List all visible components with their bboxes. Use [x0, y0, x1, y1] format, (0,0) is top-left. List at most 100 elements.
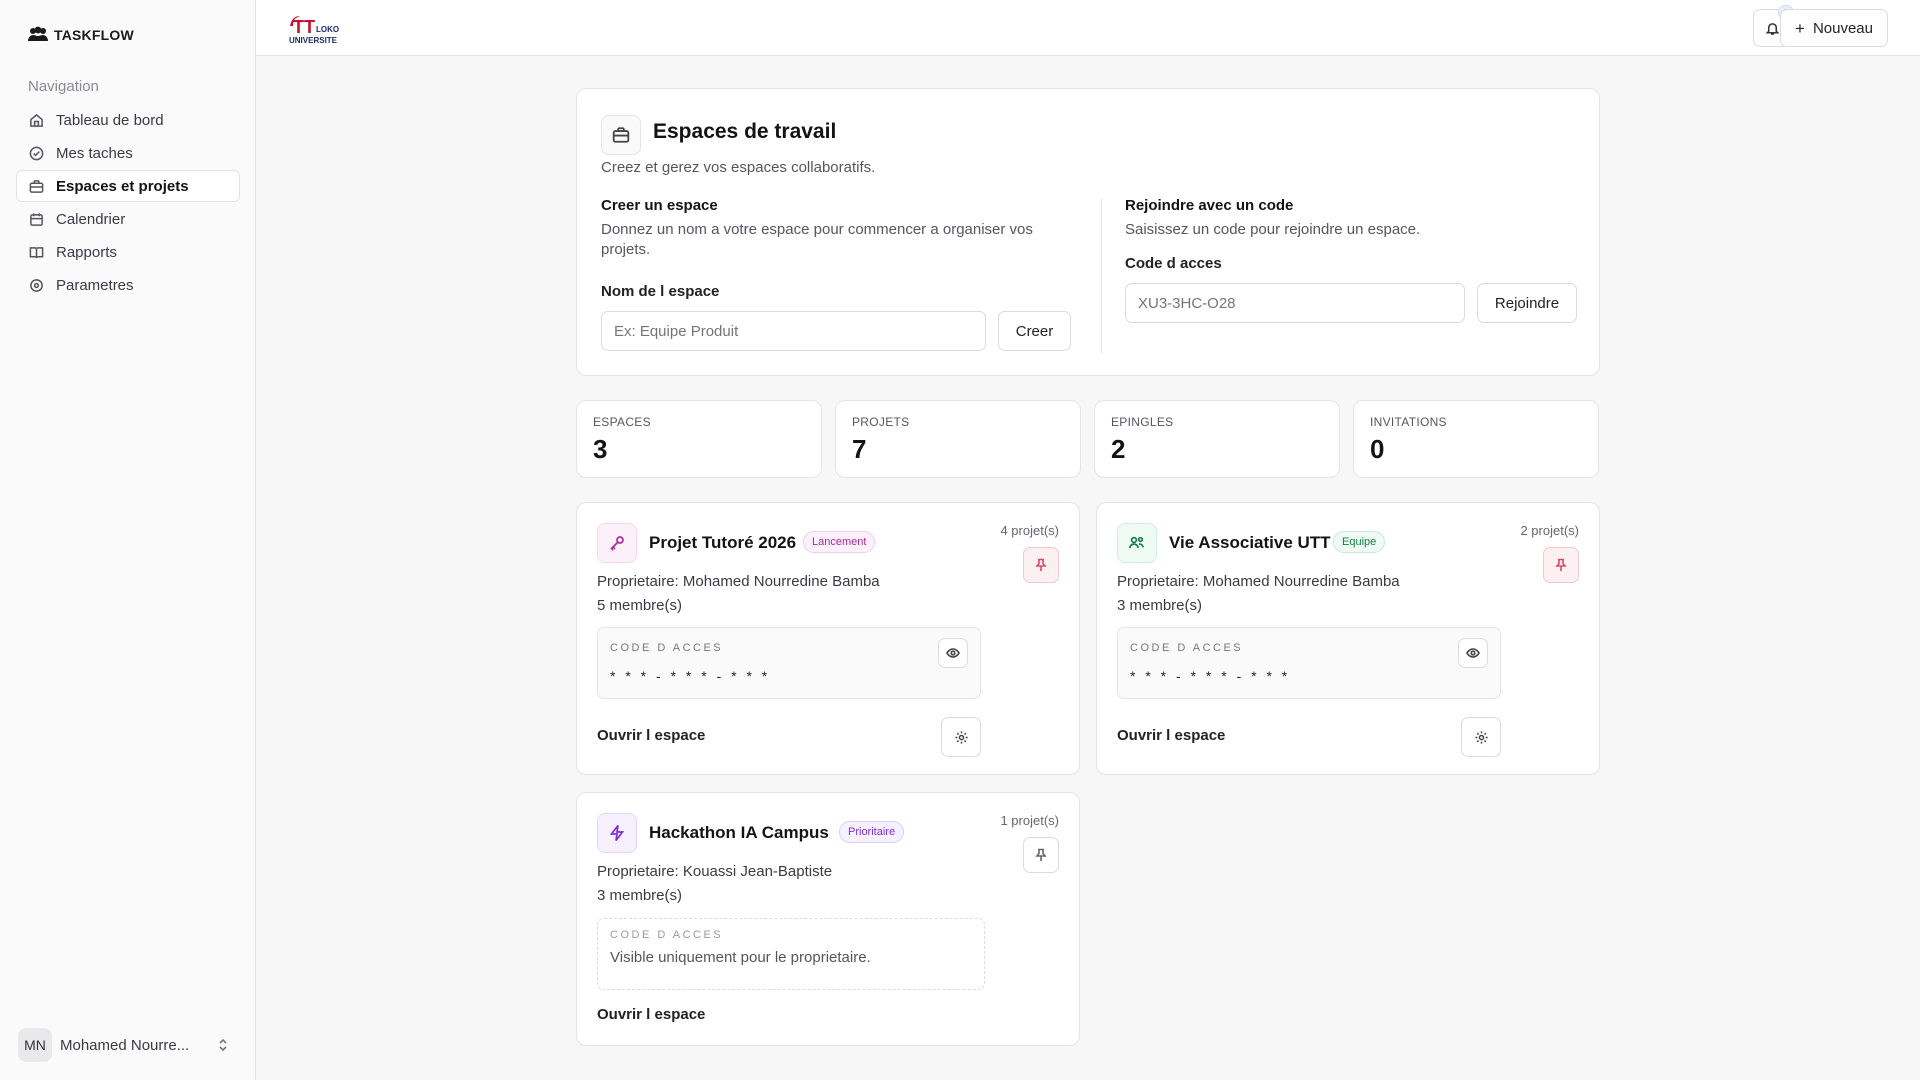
brand[interactable]: TASKFLOW: [28, 26, 134, 44]
access-code-label: CODE D ACCES: [610, 929, 724, 941]
space-tag: Lancement: [803, 531, 876, 553]
sidebar-item-dashboard[interactable]: Tableau de bord: [16, 104, 240, 136]
users-icon: [1117, 523, 1157, 563]
book-icon: [29, 246, 44, 258]
avatar: MN: [18, 1028, 52, 1062]
key-icon: [597, 523, 637, 563]
stat-value: 3: [593, 434, 608, 464]
nav-section-title: Navigation: [28, 78, 99, 95]
stat-label: PROJETS: [852, 415, 910, 429]
eye-icon: [946, 648, 960, 658]
sidebar-item-label: Parametres: [56, 276, 134, 294]
sidebar-item-label: Mes taches: [56, 144, 133, 162]
bolt-icon: [597, 813, 637, 853]
stat-pinned: EPINGLES 2: [1094, 400, 1340, 478]
workspaces-card: Espaces de travail Creez et gerez vos es…: [576, 88, 1600, 376]
page-subtitle: Creez et gerez vos espaces collaboratifs…: [601, 159, 876, 176]
space-owner: Proprietaire: Mohamed Nourredine Bamba: [1117, 573, 1400, 590]
sidebar-item-reports[interactable]: Rapports: [16, 236, 240, 268]
join-space-title: Rejoindre avec un code: [1125, 197, 1294, 214]
open-space-link[interactable]: Ouvrir l espace: [1117, 727, 1225, 744]
access-code-box: CODE D ACCES * * * - * * * - * * *: [597, 627, 981, 699]
show-code-button[interactable]: [938, 638, 968, 668]
open-space-link[interactable]: Ouvrir l espace: [597, 1006, 705, 1023]
access-code-box: CODE D ACCES Visible uniquement pour le …: [597, 918, 985, 990]
access-code-value: * * * - * * * - * * *: [610, 668, 771, 684]
sidebar-nav: Tableau de bord Mes taches Espaces et pr…: [16, 104, 240, 302]
calendar-icon: [30, 212, 43, 226]
new-button-label: Nouveau: [1812, 19, 1873, 37]
stat-value: 2: [1111, 434, 1126, 464]
space-members: 3 membre(s): [597, 887, 683, 904]
space-name-label: Nom de l espace: [601, 283, 720, 300]
space-card: Vie Associative UTT Equipe 2 projet(s) P…: [1096, 502, 1600, 775]
stat-projects: PROJETS 7: [835, 400, 1081, 478]
stat-value: 0: [1370, 434, 1385, 464]
space-card: Hackathon IA Campus Prioritaire 1 projet…: [576, 792, 1080, 1046]
space-name: Vie Associative UTT: [1169, 533, 1331, 552]
stat-label: ESPACES: [593, 415, 651, 429]
briefcase-icon: [29, 179, 44, 193]
create-space-description: Donnez un nom a votre espace pour commen…: [601, 221, 1033, 258]
brand-name: TASKFLOW: [54, 27, 134, 43]
show-code-button[interactable]: [1458, 638, 1488, 668]
stat-label: EPINGLES: [1111, 415, 1174, 429]
create-space-section: Creer un espace Donnez un nom a votre es…: [601, 197, 1071, 351]
join-space-description: Saisissez un code pour rejoindre un espa…: [1125, 221, 1421, 238]
space-name: Projet Tutoré 2026: [649, 533, 797, 552]
gear-icon: [1474, 730, 1488, 744]
sidebar-item-label: Tableau de bord: [56, 111, 164, 129]
create-button[interactable]: Creer: [998, 311, 1071, 351]
sidebar-item-spaces[interactable]: Espaces et projets: [16, 170, 240, 202]
pin-button[interactable]: [1543, 547, 1579, 583]
project-count: 1 projet(s): [1000, 813, 1059, 828]
space-settings-button[interactable]: [941, 717, 981, 757]
svg-text:LOKO: LOKO: [316, 25, 339, 34]
pin-button[interactable]: [1023, 837, 1059, 873]
sidebar-item-label: Espaces et projets: [56, 177, 189, 195]
sidebar-item-tasks[interactable]: Mes taches: [16, 137, 240, 169]
sidebar-item-settings[interactable]: Parametres: [16, 269, 240, 301]
bell-icon: [1765, 22, 1779, 35]
space-card: Projet Tutoré 2026 Lancement 4 projet(s)…: [576, 502, 1080, 775]
join-button[interactable]: Rejoindre: [1477, 283, 1577, 323]
access-code-label: Code d acces: [1125, 255, 1222, 272]
new-button[interactable]: + Nouveau: [1780, 9, 1888, 47]
team-logo-icon: [28, 26, 48, 41]
pin-icon: [1035, 848, 1047, 861]
project-count: 4 projet(s): [1000, 523, 1059, 538]
pin-icon: [1555, 558, 1567, 571]
stat-invitations: INVITATIONS 0: [1353, 400, 1599, 478]
space-tag: Equipe: [1333, 531, 1386, 553]
pin-button[interactable]: [1023, 547, 1059, 583]
briefcase-icon: [601, 115, 641, 155]
pin-icon: [1035, 558, 1047, 571]
access-code-value: * * * - * * * - * * *: [1130, 668, 1291, 684]
create-space-title: Creer un espace: [601, 197, 718, 214]
eye-icon: [1466, 648, 1480, 658]
stat-value: 7: [852, 434, 867, 464]
topbar: TT LOKO UNIVERSITE 3 + Nouveau: [256, 0, 1920, 56]
stat-spaces: ESPACES 3: [576, 400, 822, 478]
gear-icon: [954, 730, 968, 744]
space-tag: Prioritaire: [839, 821, 905, 843]
space-name-input[interactable]: [601, 311, 986, 351]
space-members: 3 membre(s): [1117, 597, 1203, 614]
space-name: Hackathon IA Campus: [649, 823, 829, 842]
space-members: 5 membre(s): [597, 597, 683, 614]
space-owner: Proprietaire: Mohamed Nourredine Bamba: [597, 573, 880, 590]
check-circle-icon: [29, 146, 44, 160]
project-count: 2 projet(s): [1520, 523, 1579, 538]
sidebar-item-calendar[interactable]: Calendrier: [16, 203, 240, 235]
user-name: Mohamed Nourre...: [60, 1036, 190, 1054]
access-code-label: CODE D ACCES: [610, 642, 724, 654]
space-owner: Proprietaire: Kouassi Jean-Baptiste: [597, 863, 833, 880]
open-space-link[interactable]: Ouvrir l espace: [597, 727, 705, 744]
space-settings-button[interactable]: [1461, 717, 1501, 757]
user-menu[interactable]: MN Mohamed Nourre...: [18, 1028, 230, 1062]
svg-text:TT: TT: [293, 17, 315, 37]
stat-label: INVITATIONS: [1370, 415, 1447, 429]
join-space-section: Rejoindre avec un code Saisissez un code…: [1125, 197, 1577, 323]
plus-icon: +: [1795, 18, 1805, 38]
access-code-input[interactable]: [1125, 283, 1465, 323]
